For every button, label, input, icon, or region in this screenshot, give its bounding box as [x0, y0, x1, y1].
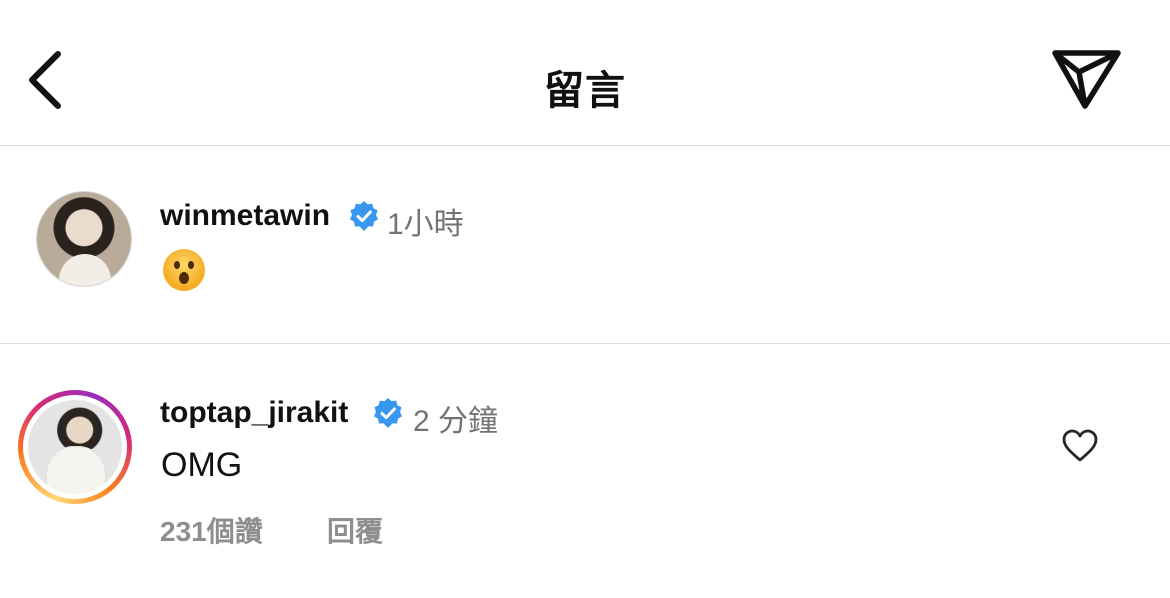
verified-badge-icon — [374, 398, 402, 428]
comment-item: toptap_jirakit 2 分鐘 OMG 231個讚 回覆 — [0, 345, 1170, 598]
avatar — [28, 400, 122, 494]
post-caption: winmetawin 1小時 — [0, 146, 1170, 344]
comment-timestamp: 2 分鐘 — [413, 405, 499, 438]
avatar-figure — [59, 254, 111, 286]
caption-timestamp: 1小時 — [387, 208, 464, 241]
avatar-story-ring[interactable] — [18, 390, 132, 504]
likes-count[interactable]: 231個讚 — [160, 510, 263, 550]
heart-outline-icon — [1062, 429, 1098, 462]
paper-plane-icon — [1052, 50, 1121, 109]
reply-button[interactable]: 回覆 — [327, 510, 383, 550]
comment-username[interactable]: toptap_jirakit — [160, 396, 348, 430]
verified-badge-icon — [350, 201, 378, 231]
like-button[interactable] — [1060, 426, 1100, 466]
page-title: 留言 — [544, 69, 626, 113]
avatar[interactable] — [36, 191, 132, 287]
share-button[interactable] — [1046, 44, 1126, 116]
comment-text: OMG — [161, 446, 243, 484]
avatar-figure — [46, 446, 106, 494]
astonished-face-emoji-icon — [163, 249, 205, 291]
top-bar: 留言 — [0, 0, 1170, 146]
caption-username[interactable]: winmetawin — [160, 199, 330, 233]
